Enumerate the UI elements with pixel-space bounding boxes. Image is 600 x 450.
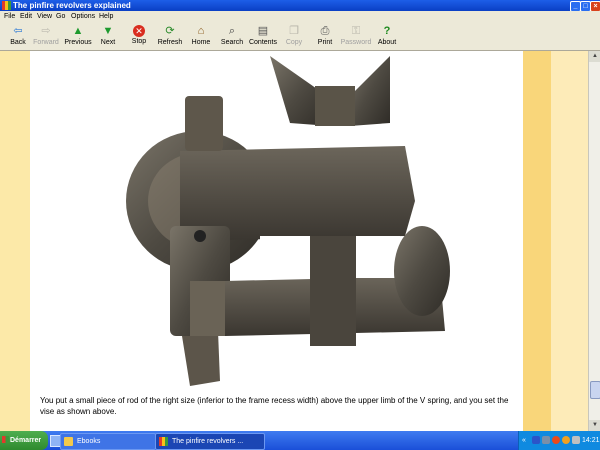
- title-bar: The pinfire revolvers explained _ □ ×: [0, 0, 600, 12]
- app-icon: [2, 1, 11, 10]
- window-title: The pinfire revolvers explained: [13, 1, 131, 10]
- task-label: Ebooks: [77, 438, 101, 445]
- menu-view[interactable]: View: [37, 11, 52, 22]
- back-arrow-icon: ⇦: [13, 25, 23, 37]
- copy-icon: ❐: [289, 25, 299, 37]
- content-area: You put a small piece of rod of the righ…: [0, 51, 588, 431]
- menu-file[interactable]: File: [4, 11, 15, 22]
- menu-help[interactable]: Help: [99, 11, 113, 22]
- display-icon[interactable]: [572, 436, 580, 444]
- menu-bar: File Edit View Go Options Help: [0, 11, 600, 22]
- task-label: The pinfire revolvers ...: [172, 438, 244, 445]
- up-arrow-icon: ▲: [72, 25, 84, 37]
- caption-text: You put a small piece of rod of the righ…: [40, 396, 509, 416]
- vertical-scrollbar[interactable]: ▲ ▼: [588, 51, 600, 431]
- start-button[interactable]: Démarrer: [0, 431, 48, 450]
- windows-flag-icon: [2, 436, 9, 443]
- folder-icon: [64, 437, 73, 446]
- security-icon[interactable]: [552, 436, 560, 444]
- stop-icon: ✕: [133, 25, 145, 37]
- clock: 14:21: [582, 437, 600, 444]
- scroll-thumb[interactable]: [590, 381, 600, 399]
- refresh-icon: ⟳: [165, 25, 175, 37]
- key-icon: ⚿: [351, 25, 361, 37]
- side-strip: [523, 51, 551, 431]
- menu-go[interactable]: Go: [56, 11, 65, 22]
- system-tray: « 14:21: [518, 431, 600, 450]
- scroll-down-icon[interactable]: ▼: [589, 420, 600, 431]
- print-icon: ⎙: [320, 25, 330, 37]
- forward-button[interactable]: ⇨ Forward: [28, 24, 64, 50]
- home-icon: ⌂: [197, 25, 205, 37]
- menu-options[interactable]: Options: [71, 11, 95, 22]
- volume-icon[interactable]: [542, 436, 550, 444]
- about-button[interactable]: ? About: [369, 24, 405, 50]
- menu-edit[interactable]: Edit: [20, 11, 32, 22]
- right-margin: [551, 51, 588, 431]
- page-body: You put a small piece of rod of the righ…: [30, 51, 523, 431]
- taskbar-item-pinfire[interactable]: The pinfire revolvers ...: [155, 433, 265, 450]
- search-icon: ⌕: [228, 25, 236, 37]
- forward-arrow-icon: ⇨: [41, 25, 51, 37]
- toolbar: ⇦ Back ⇨ Forward ▲ Previous ▼ Next ✕ Sto…: [0, 22, 600, 51]
- contents-icon: ▤: [257, 25, 269, 37]
- taskbar-item-ebooks[interactable]: Ebooks: [60, 433, 156, 450]
- tray-collapse-button[interactable]: «: [522, 431, 526, 450]
- forward-label: Forward: [33, 39, 59, 46]
- scroll-up-icon[interactable]: ▲: [589, 51, 600, 62]
- network-icon[interactable]: [532, 436, 540, 444]
- vise-photo: [126, 56, 450, 386]
- down-arrow-icon: ▼: [102, 25, 114, 37]
- about-icon: ?: [383, 25, 391, 37]
- taskbar: Démarrer Ebooks The pinfire revolvers ..…: [0, 431, 600, 450]
- update-icon[interactable]: [562, 436, 570, 444]
- app-icon: [159, 437, 168, 446]
- about-label: About: [377, 39, 397, 46]
- start-label: Démarrer: [10, 437, 42, 444]
